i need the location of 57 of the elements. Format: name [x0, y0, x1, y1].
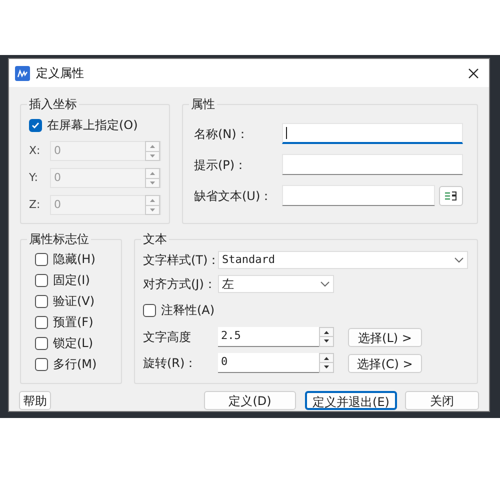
- checkbox-label: 预置(F): [53, 314, 94, 331]
- checkbox-label: 固定(I): [53, 272, 90, 289]
- dialog-button[interactable]: 定义并退出(E): [305, 391, 397, 410]
- group-title: 文本: [141, 231, 169, 247]
- checkbox[interactable]: [143, 304, 156, 316]
- checkbox[interactable]: [35, 274, 48, 286]
- checkbox-label: 隐藏(H): [53, 251, 96, 268]
- group-title: 属性标志位: [27, 231, 91, 247]
- field-label: 缺省文本(U)：: [194, 188, 274, 204]
- dropdown-value: 左: [222, 276, 234, 293]
- text-field[interactable]: [282, 154, 463, 175]
- field-label: 旋转(R)：: [143, 355, 198, 372]
- checkbox-label: 在屏幕上指定(O): [47, 117, 138, 134]
- coord-value: 0: [53, 142, 62, 159]
- app-icon: [15, 66, 30, 80]
- group-title: 属性: [189, 96, 217, 112]
- checkbox[interactable]: [35, 316, 48, 328]
- field-label: 提示(P)：: [194, 156, 248, 174]
- field-label: 文字高度: [143, 329, 192, 346]
- checkbox[interactable]: [35, 358, 48, 370]
- dialog-button[interactable]: 帮助: [19, 391, 51, 410]
- group-title: 插入坐标: [27, 96, 79, 112]
- check-icon: [31, 120, 40, 130]
- field-label: 对齐方式(J)：: [143, 276, 217, 293]
- window-title: 定义属性: [36, 65, 84, 82]
- chevron-down-icon: [320, 281, 330, 287]
- checkbox-label: 注释性(A): [161, 302, 215, 319]
- select-button[interactable]: 选择(C) >: [348, 354, 422, 372]
- insert-field-button[interactable]: [439, 186, 463, 206]
- coord-value: 0: [53, 170, 62, 186]
- text-field[interactable]: [282, 185, 435, 206]
- field-label: 名称(N)：: [194, 126, 250, 142]
- dialog-button[interactable]: 定义(D): [204, 391, 296, 410]
- spin-buttons[interactable]: [319, 326, 334, 346]
- text-field[interactable]: [282, 123, 463, 144]
- coord-value: 0: [53, 196, 62, 213]
- close-icon: [468, 68, 478, 78]
- select-button[interactable]: 选择(L) >: [348, 328, 422, 346]
- spin-buttons[interactable]: [319, 352, 334, 372]
- dropdown-value: Standard: [222, 252, 275, 268]
- dialog-button[interactable]: 关闭: [405, 391, 479, 410]
- coord-label: Y:: [29, 170, 39, 186]
- checkbox[interactable]: [35, 336, 48, 350]
- checkbox[interactable]: [35, 252, 48, 266]
- chevron-down-icon: [454, 257, 464, 263]
- justification-dropdown[interactable]: 左: [218, 275, 334, 293]
- checkbox-label: 锁定(L): [53, 335, 94, 352]
- checkbox-label: 多行(M): [53, 356, 97, 373]
- checkbox[interactable]: [29, 118, 42, 132]
- text-cursor: [286, 127, 287, 139]
- checkbox-label: 验证(V): [53, 293, 95, 310]
- checkbox[interactable]: [35, 294, 48, 308]
- field-label: 文字样式(T)：: [143, 252, 218, 269]
- field-insert-icon: [444, 190, 458, 202]
- coord-label: Z:: [29, 196, 42, 213]
- style-dropdown[interactable]: Standard: [218, 251, 468, 269]
- coord-label: X:: [29, 142, 42, 159]
